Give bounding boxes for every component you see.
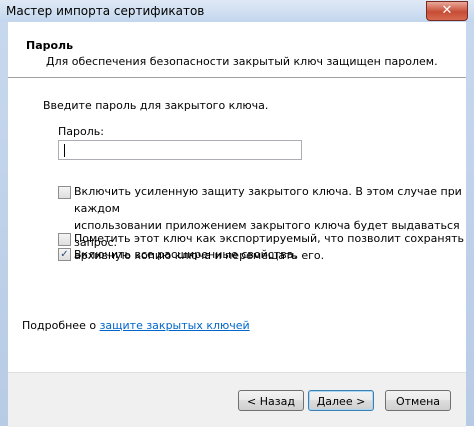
checkmark-icon: ✓	[60, 249, 69, 260]
extended-properties-label: Включить все расширенные свойства.	[74, 246, 297, 263]
back-button[interactable]: < Назад	[238, 390, 304, 411]
more-info-prefix: Подробнее о	[22, 319, 100, 332]
cancel-button[interactable]: Отмена	[385, 390, 451, 411]
window-frame-left	[0, 22, 8, 426]
page-subtitle: Для обеспечения безопасности закрытый кл…	[46, 55, 438, 68]
private-key-protection-link[interactable]: защите закрытых ключей	[100, 319, 250, 332]
extended-properties-label-text: Включить все расширенные свойства.	[74, 248, 297, 261]
wizard-header: Пароль Для обеспечения безопасности закр…	[8, 22, 466, 78]
strong-protection-label-line1: Включить усиленную защиту закрытого ключ…	[74, 185, 462, 215]
exportable-label-line1: Пометить этот ключ как экспортируемый, ч…	[74, 232, 465, 245]
page-title: Пароль	[26, 39, 74, 52]
password-label: Пароль:	[58, 125, 104, 138]
password-input[interactable]	[58, 140, 302, 160]
title-bar: Мастер импорта сертификатов ✕	[0, 0, 474, 23]
text-caret	[64, 144, 65, 157]
close-button[interactable]: ✕	[426, 1, 468, 21]
extended-properties-checkbox[interactable]: ✓	[58, 248, 71, 261]
window-frame-right	[466, 22, 474, 426]
more-info-row: Подробнее о защите закрытых ключей	[22, 319, 250, 332]
wizard-footer: < Назад Далее > Отмена	[8, 372, 466, 427]
exportable-checkbox[interactable]	[58, 233, 71, 246]
close-icon: ✕	[441, 3, 453, 18]
window-title: Мастер импорта сертификатов	[6, 4, 205, 18]
wizard-content: Пароль Для обеспечения безопасности закр…	[8, 22, 466, 427]
password-prompt: Введите пароль для закрытого ключа.	[43, 99, 269, 112]
strong-protection-checkbox[interactable]	[58, 186, 71, 199]
next-button[interactable]: Далее >	[308, 390, 374, 411]
